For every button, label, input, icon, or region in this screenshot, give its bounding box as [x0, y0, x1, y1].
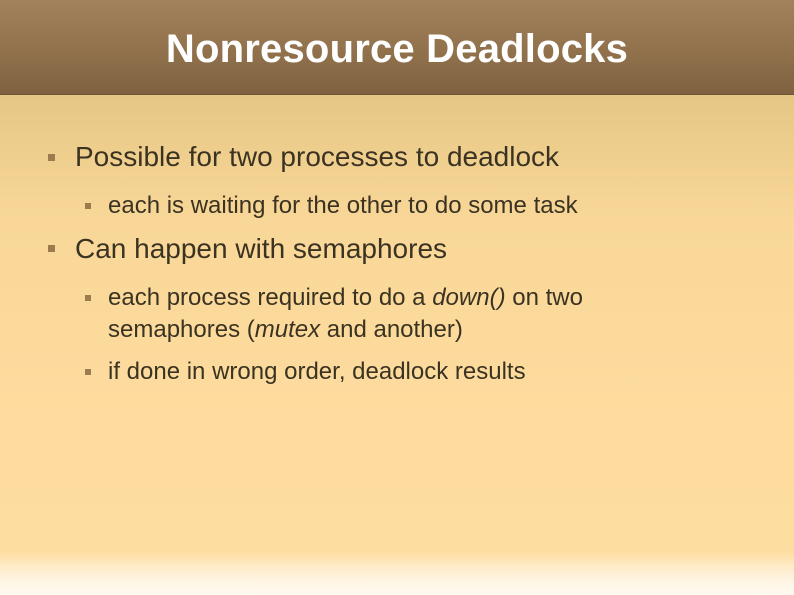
bullet-level2: if done in wrong order, deadlock results: [108, 358, 526, 385]
bullet-square-icon: [85, 203, 91, 209]
bullet-level2: each is waiting for the other to do some…: [108, 192, 578, 219]
bullet-level2-multiline: each process required to do a down() on …: [108, 282, 728, 346]
text-segment: and another): [320, 316, 463, 343]
code-term: down(): [432, 284, 506, 311]
slide: Nonresource Deadlocks Possible for two p…: [0, 0, 794, 595]
bullet-list: Possible for two processes to deadlock e…: [0, 0, 794, 595]
bullet-level1: Possible for two processes to deadlock: [75, 141, 560, 172]
text-segment: on two: [505, 284, 583, 311]
text-segment: semaphores (: [108, 316, 255, 343]
bullet-square-icon: [85, 295, 91, 301]
code-term: mutex: [254, 316, 321, 343]
bullet-level1: Can happen with semaphores: [75, 233, 448, 264]
bullet-square-icon: [48, 245, 55, 252]
text-segment: each process required to do a: [108, 284, 433, 311]
bullet-square-icon: [48, 154, 55, 161]
bullet-square-icon: [85, 369, 91, 375]
bottom-glow: [0, 555, 794, 595]
